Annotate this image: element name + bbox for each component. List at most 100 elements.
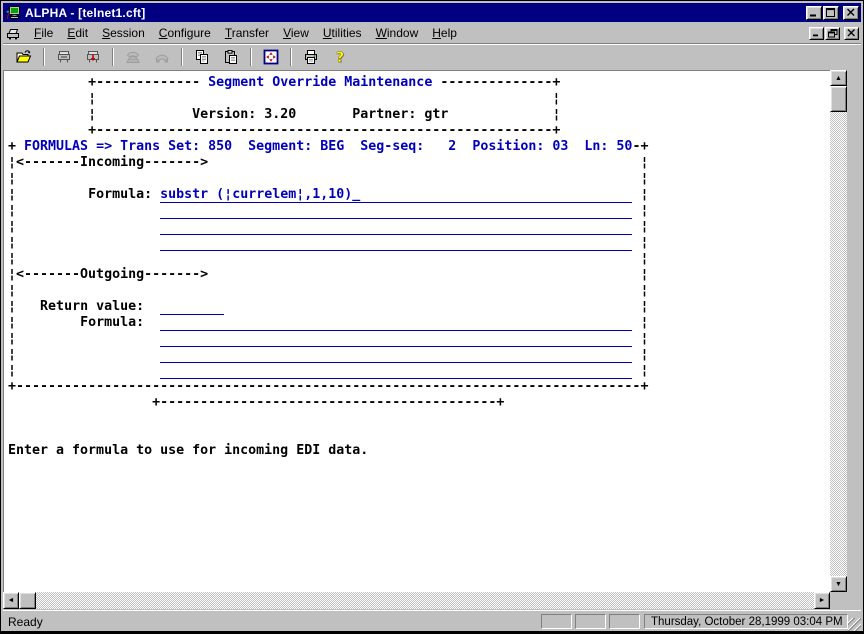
minimize-icon <box>809 8 819 17</box>
terminal-line: ¦ ¦ <box>8 91 830 107</box>
paste-icon <box>222 49 240 65</box>
disconnect-icon <box>84 49 102 65</box>
terminal-line: ¦ Return value: ¦ <box>8 299 830 315</box>
arrow-down-icon: ▼ <box>835 581 842 588</box>
child-restore-button[interactable] <box>825 27 840 40</box>
help-button[interactable]: ?? <box>327 46 353 68</box>
status-bar: Ready Thursday, October 28,1999 03:04 PM <box>3 610 861 631</box>
menu-transfer[interactable]: Transfer <box>218 24 276 42</box>
resize-grip[interactable] <box>848 618 861 631</box>
formulas-status-line: FORMULAS => Trans Set: 850 Segment: BEG … <box>24 139 632 154</box>
screen-button[interactable] <box>258 46 284 68</box>
menu-configure[interactable]: Configure <box>152 24 218 42</box>
arrow-up-icon: ▲ <box>835 75 842 82</box>
terminal-line <box>8 427 830 443</box>
outgoing-section-label: ¦<-------Outgoing-------> <box>8 267 208 282</box>
screen-title: Segment Override Maintenance <box>208 75 432 90</box>
vertical-scrollbar[interactable]: ▲ ▼ <box>830 70 847 592</box>
terminal-line: +---------------------------------------… <box>8 379 830 395</box>
scroll-right-button[interactable]: ► <box>814 592 830 609</box>
open-folder-icon <box>15 49 33 65</box>
title-bar: ALPHA - [telnet1.cft] <box>3 3 861 22</box>
screen-arrows-icon <box>262 49 280 65</box>
copy-icon <box>193 49 211 65</box>
terminal-area: +------------- Segment Override Maintena… <box>3 70 830 592</box>
copy-button[interactable] <box>189 46 215 68</box>
prompt-message: Enter a formula to use for incoming EDI … <box>8 443 368 458</box>
right-filler <box>847 70 863 609</box>
child-restore-icon <box>828 29 838 38</box>
outgoing-formula-label: Formula: <box>80 315 144 330</box>
child-minimize-icon <box>812 29 821 37</box>
menu-items: FileEditSessionConfigureTransferViewUtil… <box>27 24 464 42</box>
incoming-formula-line-3[interactable] <box>160 219 632 235</box>
maximize-button[interactable] <box>823 6 839 20</box>
child-minimize-button[interactable] <box>809 27 824 40</box>
document-terminal-icon <box>5 25 21 41</box>
outgoing-formula-line-2[interactable] <box>160 331 632 347</box>
toolbar-separator <box>43 48 45 66</box>
print-button[interactable] <box>298 46 324 68</box>
menu-edit[interactable]: Edit <box>60 24 95 42</box>
return-value-field[interactable] <box>160 299 224 315</box>
outgoing-formula-line-3[interactable] <box>160 347 632 363</box>
partner-value: Partner: gtr <box>352 107 448 122</box>
status-ready-text: Ready <box>8 615 43 629</box>
menu-utilities[interactable]: Utilities <box>316 24 369 42</box>
child-close-icon <box>847 29 856 37</box>
terminal-line: ¦ ¦ <box>8 219 830 235</box>
terminal-line: ¦<-------Incoming-------> ¦ <box>8 155 830 171</box>
terminal-line: ¦ ¦ <box>8 235 830 251</box>
terminal-line: ¦ ¦ <box>8 251 830 267</box>
horizontal-scrollbar[interactable]: ◄ ► <box>3 592 830 609</box>
incoming-formula-line-2[interactable] <box>160 203 632 219</box>
terminal-line: ¦ Formula: ¦ <box>8 315 830 331</box>
dial-icon <box>124 49 142 65</box>
menu-help[interactable]: Help <box>425 24 464 42</box>
terminal-line: + FORMULAS => Trans Set: 850 Segment: BE… <box>8 139 830 155</box>
child-system-menu-icon[interactable] <box>5 25 21 41</box>
app-icon[interactable] <box>5 5 21 21</box>
outgoing-formula-line-4[interactable] <box>160 363 632 379</box>
terminal-line: ¦ ¦ <box>8 171 830 187</box>
close-button[interactable] <box>843 6 859 20</box>
menu-bar: FileEditSessionConfigureTransferViewUtil… <box>3 23 861 43</box>
menu-session[interactable]: Session <box>95 24 152 42</box>
scroll-down-button[interactable]: ▼ <box>830 576 847 592</box>
toolbar-separator <box>181 48 183 66</box>
incoming-formula-value[interactable]: substr (¦currelem¦,1,10)_ <box>160 187 360 203</box>
outgoing-formula-field[interactable] <box>160 315 632 331</box>
open-button[interactable] <box>11 46 37 68</box>
app-window: ALPHA - [telnet1.cft] FileEditSessionCon <box>0 0 864 634</box>
return-value-label: Return value: <box>40 299 144 314</box>
toolbar-separator <box>112 48 114 66</box>
terminal-screen[interactable]: +------------- Segment Override Maintena… <box>4 71 830 459</box>
disconnect-button[interactable] <box>80 46 106 68</box>
hangup-icon <box>153 49 171 65</box>
connect-icon <box>55 49 73 65</box>
status-panel-3 <box>609 614 640 629</box>
terminal-line: +---------------------------------------… <box>8 395 830 411</box>
toolbar-separator <box>290 48 292 66</box>
vertical-scroll-thumb[interactable] <box>830 86 847 112</box>
incoming-formula-line-4[interactable] <box>160 235 632 251</box>
horizontal-scroll-thumb[interactable] <box>19 592 36 609</box>
terminal-line: ¦ ¦ <box>8 203 830 219</box>
hangup-button[interactable] <box>149 46 175 68</box>
scroll-left-button[interactable]: ◄ <box>3 592 19 609</box>
menu-window[interactable]: Window <box>369 24 426 42</box>
connect-button[interactable] <box>51 46 77 68</box>
scroll-up-button[interactable]: ▲ <box>830 70 847 86</box>
status-panel-2 <box>575 614 606 629</box>
paste-button[interactable] <box>218 46 244 68</box>
dial-button[interactable] <box>120 46 146 68</box>
child-close-button[interactable] <box>844 27 859 40</box>
arrow-left-icon: ◄ <box>8 597 15 604</box>
status-datetime: Thursday, October 28,1999 03:04 PM <box>644 614 848 629</box>
window-title: ALPHA - [telnet1.cft] <box>25 6 145 20</box>
help-icon: ?? <box>331 49 349 65</box>
minimize-button[interactable] <box>806 6 822 20</box>
menu-file[interactable]: File <box>27 24 60 42</box>
menu-view[interactable]: View <box>276 24 316 42</box>
terminal-line: ¦ ¦ <box>8 283 830 299</box>
